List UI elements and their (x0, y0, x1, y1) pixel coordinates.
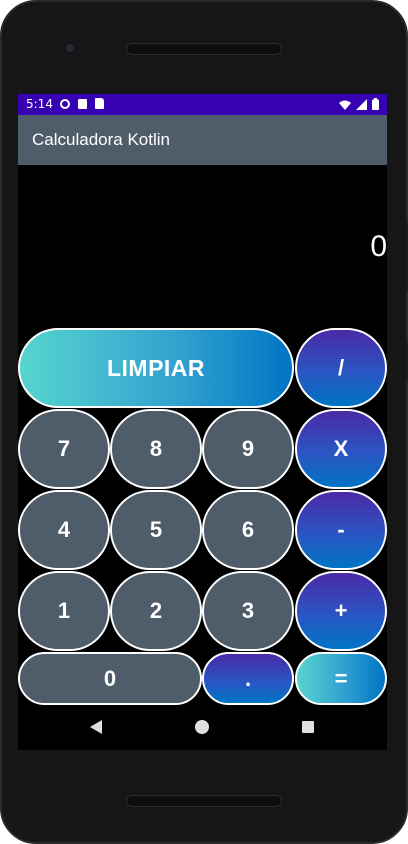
divide-button[interactable]: / (295, 328, 387, 408)
decimal-button[interactable]: . (202, 652, 294, 705)
app-title: Calculadora Kotlin (32, 130, 170, 149)
digit-7-button[interactable]: 7 (18, 409, 110, 489)
front-camera (62, 40, 78, 56)
clear-button[interactable]: LIMPIAR (18, 328, 294, 408)
add-button[interactable]: + (295, 571, 387, 651)
result-display: 0 (370, 230, 387, 263)
subtract-button[interactable]: - (295, 490, 387, 570)
digit-5-button[interactable]: 5 (110, 490, 202, 570)
app-bar: Calculadora Kotlin (18, 115, 387, 165)
signal-icon (356, 99, 367, 110)
wifi-icon (339, 100, 351, 110)
gear-icon (60, 99, 70, 109)
battery-icon (372, 98, 379, 110)
digit-3-button[interactable]: 3 (202, 571, 294, 651)
sd-card-icon (95, 98, 104, 109)
digit-2-button[interactable]: 2 (110, 571, 202, 651)
bottom-speaker (126, 795, 282, 807)
digit-4-button[interactable]: 4 (18, 490, 110, 570)
recents-icon[interactable] (302, 721, 314, 733)
digit-8-button[interactable]: 8 (110, 409, 202, 489)
digit-1-button[interactable]: 1 (18, 571, 110, 651)
back-icon[interactable] (90, 720, 102, 734)
status-bar: 5:14 (18, 94, 387, 115)
phone-frame: 5:14 Calculadora Kotlin 0 LIMPIAR / 7 8 … (0, 0, 408, 844)
home-icon[interactable] (195, 720, 209, 734)
multiply-button[interactable]: X (295, 409, 387, 489)
status-time: 5:14 (26, 97, 53, 111)
a-icon (78, 99, 87, 109)
digit-0-button[interactable]: 0 (18, 652, 202, 705)
screen: 5:14 Calculadora Kotlin 0 LIMPIAR / 7 8 … (18, 94, 387, 750)
digit-9-button[interactable]: 9 (202, 409, 294, 489)
top-speaker (126, 43, 282, 55)
digit-6-button[interactable]: 6 (202, 490, 294, 570)
equals-button[interactable]: = (295, 652, 387, 705)
navigation-bar (18, 704, 387, 750)
